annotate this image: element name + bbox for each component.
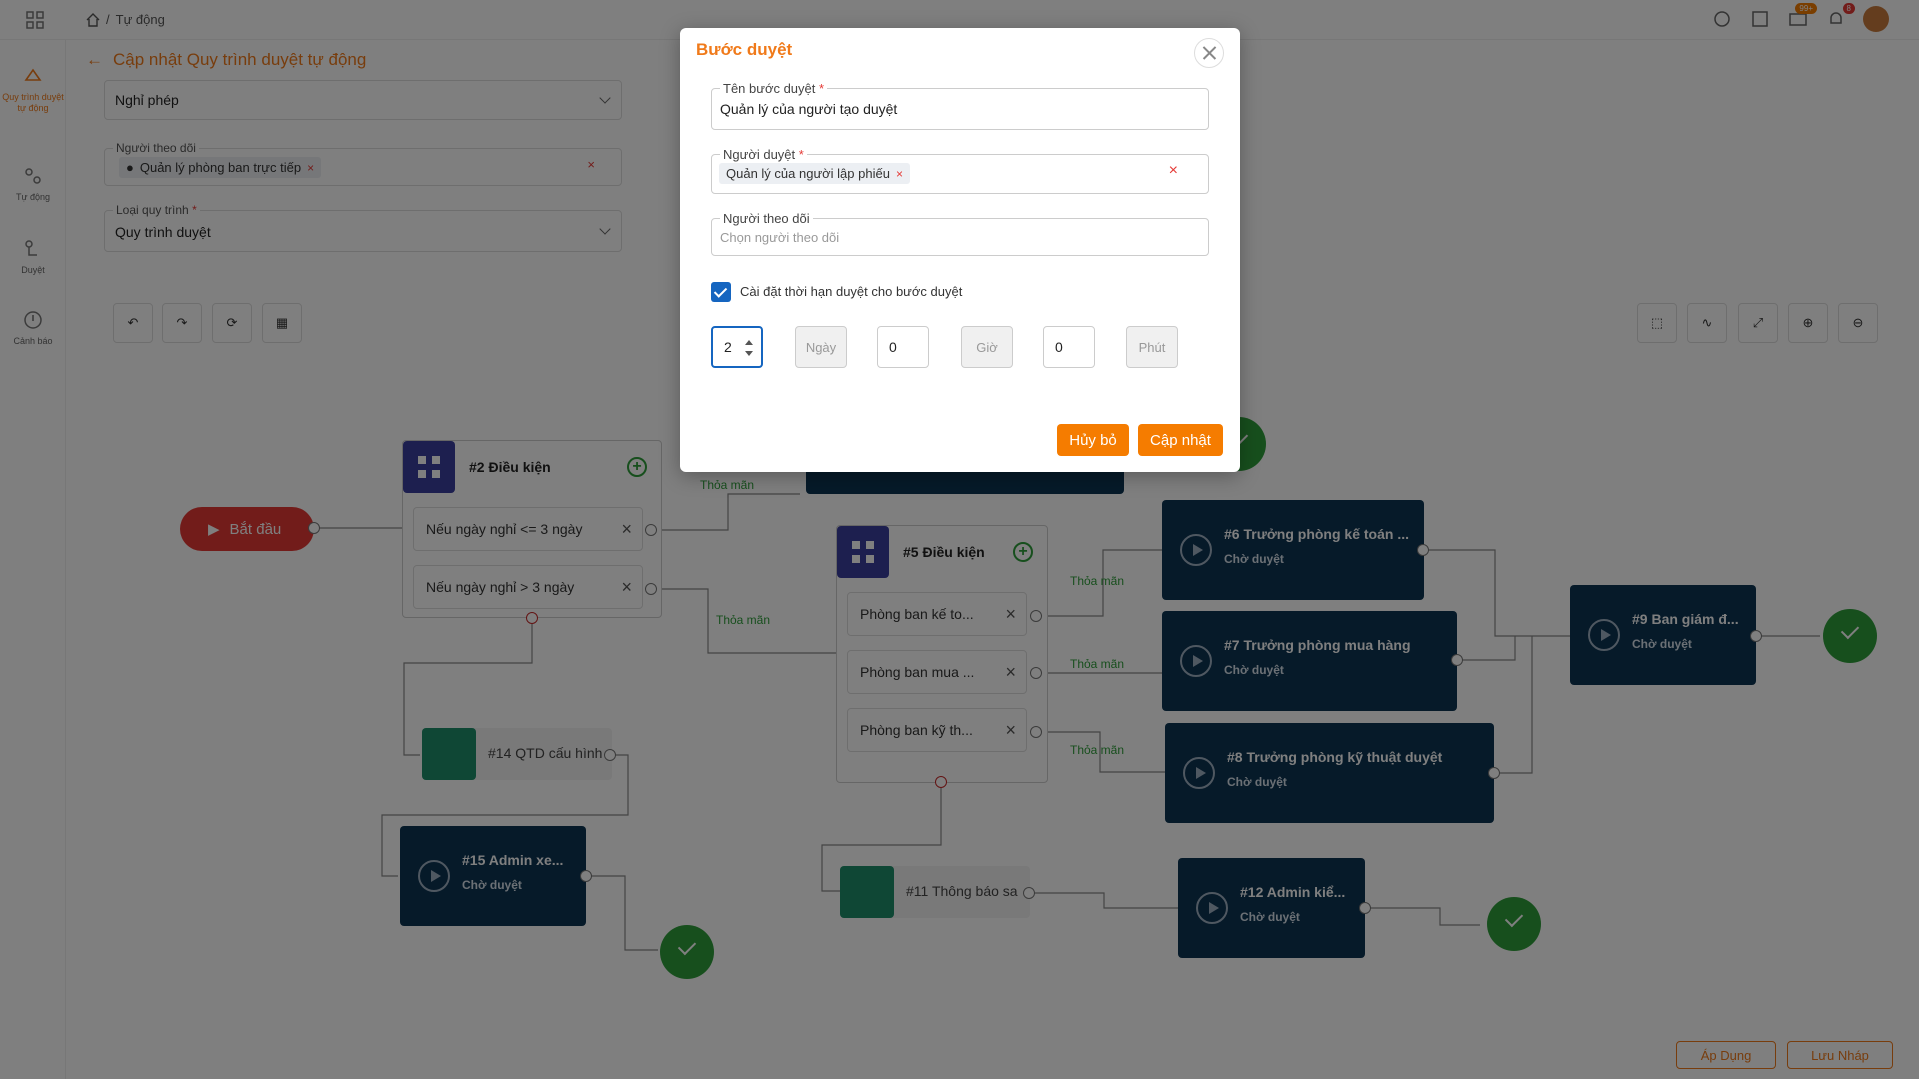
cancel-button[interactable]: Hủy bỏ (1057, 424, 1129, 456)
days-unit: Ngày (795, 326, 847, 368)
deadline-checkbox-label: Cài đặt thời hạn duyệt cho bước duyệt (740, 284, 963, 299)
step-name-input[interactable]: Tên bước duyệt * Quản lý của người tạo d… (711, 81, 1209, 130)
hours-input[interactable]: 0 (877, 326, 929, 368)
dialog-title: Bước duyệt (696, 40, 793, 59)
approver-tag: Quản lý của người lập phiếu × (719, 163, 910, 184)
days-input[interactable]: 2 (711, 326, 763, 368)
minutes-input[interactable]: 0 (1043, 326, 1095, 368)
close-icon[interactable] (1194, 38, 1224, 68)
update-button[interactable]: Cập nhật (1138, 424, 1223, 456)
stepper-icon[interactable] (745, 340, 753, 356)
approver-field[interactable]: Người duyệt * Quản lý của người lập phiế… (711, 147, 1209, 194)
clear-icon[interactable]: × (1169, 162, 1178, 180)
minutes-unit: Phút (1126, 326, 1178, 368)
follower-field[interactable]: Người theo dõi Chọn người theo dõi (711, 211, 1209, 256)
approval-step-dialog: Bước duyệt Tên bước duyệt * Quản lý của … (680, 28, 1240, 472)
deadline-checkbox[interactable] (711, 282, 731, 302)
hours-unit: Giờ (961, 326, 1013, 368)
remove-tag-icon[interactable]: × (896, 167, 903, 181)
